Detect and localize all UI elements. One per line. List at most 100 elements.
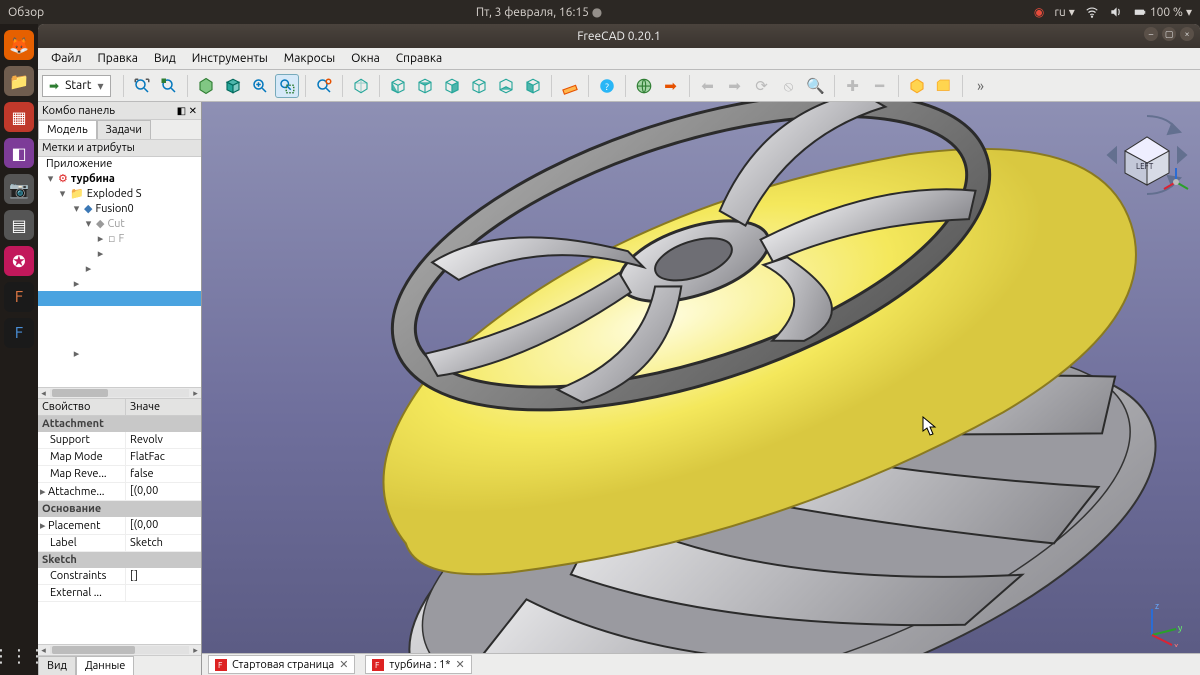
tree-row[interactable]: ▸ <box>38 261 201 276</box>
tree-row[interactable]: ▾◆ Fusion0 <box>38 201 201 216</box>
view-top-icon[interactable] <box>413 74 437 98</box>
screencast-indicator[interactable]: ◉ <box>1034 5 1044 19</box>
top-panel-clock[interactable]: Пт, 3 февраля, 16:15 ● <box>44 5 1034 19</box>
view-right-icon[interactable] <box>440 74 464 98</box>
web-icon[interactable] <box>632 74 656 98</box>
menu-file[interactable]: Файл <box>44 50 89 67</box>
more-icon[interactable]: » <box>969 74 993 98</box>
dock-app-icon[interactable]: ◧ <box>4 138 34 168</box>
view-left-icon[interactable] <box>521 74 545 98</box>
svg-text:F: F <box>375 660 380 670</box>
wifi-icon[interactable] <box>1085 5 1099 19</box>
dock-app-icon[interactable]: ✪ <box>4 246 34 276</box>
document-tabs: F Стартовая страница ✕ F турбина : 1* ✕ <box>202 653 1200 675</box>
property-row[interactable]: ▸Attachme...[(0,00 <box>38 483 201 501</box>
draw-style-icon[interactable] <box>194 74 218 98</box>
horizontal-scrollbar[interactable]: ◂▸ <box>38 387 201 398</box>
svg-text:z: z <box>1155 601 1159 611</box>
close-tab-icon[interactable]: ✕ <box>339 658 348 671</box>
horizontal-scrollbar[interactable]: ◂▸ <box>38 644 201 655</box>
close-tab-icon[interactable]: ✕ <box>455 658 464 671</box>
property-group[interactable]: Attachment <box>38 416 201 432</box>
nav-fwd-grey-icon[interactable]: ➡ <box>723 74 747 98</box>
whats-this-icon[interactable]: ? <box>595 74 619 98</box>
svg-text:F: F <box>218 660 223 670</box>
fit-all-icon[interactable] <box>130 74 154 98</box>
property-row[interactable]: Map Reve...false <box>38 466 201 483</box>
nav-back-grey-icon[interactable]: ⬅ <box>696 74 720 98</box>
view-bottom-icon[interactable] <box>494 74 518 98</box>
tree-row[interactable]: ▸ <box>38 346 201 361</box>
maximize-button[interactable]: ▢ <box>1162 27 1176 41</box>
view-rear-icon[interactable] <box>467 74 491 98</box>
tree-row[interactable]: ▾📁 Exploded S <box>38 186 201 201</box>
doc-tab-turbine[interactable]: F турбина : 1* ✕ <box>365 655 471 674</box>
close-panel-icon[interactable]: ✕ <box>189 105 197 116</box>
keyboard-layout-indicator[interactable]: ru ▾ <box>1054 5 1074 19</box>
close-button[interactable]: × <box>1180 27 1194 41</box>
tree-row-selected[interactable] <box>38 291 201 306</box>
svg-text:?: ? <box>605 80 609 91</box>
menu-view[interactable]: Вид <box>147 50 183 67</box>
tab-data[interactable]: Данные <box>76 656 134 675</box>
measure-icon[interactable] <box>558 74 582 98</box>
window-titlebar[interactable]: FreeCAD 0.20.1 – ▢ × <box>38 24 1200 48</box>
navigation-cube[interactable]: LEFT <box>1102 110 1192 200</box>
3d-viewport[interactable]: LEFT z y x <box>202 102 1200 675</box>
tree-row[interactable]: ▸ <box>38 276 201 291</box>
bounding-box-icon[interactable] <box>221 74 245 98</box>
property-row[interactable]: LabelSketch <box>38 535 201 552</box>
property-row[interactable]: External ... <box>38 585 201 602</box>
dock-app-icon[interactable]: ▦ <box>4 102 34 132</box>
property-group[interactable]: Sketch <box>38 552 201 568</box>
tree-row[interactable]: ▾◆ Cut <box>38 216 201 231</box>
battery-indicator[interactable]: 100 % ▾ <box>1133 5 1192 19</box>
dock-app-icon[interactable]: ▤ <box>4 210 34 240</box>
undock-icon[interactable]: ◧ <box>177 105 186 116</box>
zoom-in-icon[interactable] <box>248 74 272 98</box>
tab-model[interactable]: Модель <box>38 120 97 139</box>
nav-forward-icon[interactable]: ➡ <box>659 74 683 98</box>
menu-help[interactable]: Справка <box>389 50 449 67</box>
property-row[interactable]: SupportRevolv <box>38 432 201 449</box>
freecad-window: FreeCAD 0.20.1 – ▢ × Файл Правка Вид Инс… <box>38 24 1200 675</box>
doc-tab-start[interactable]: F Стартовая страница ✕ <box>208 655 355 674</box>
tree-row[interactable]: ▸▫ F <box>38 231 201 246</box>
activities-button[interactable]: Обзор <box>8 6 44 19</box>
model-tree[interactable]: Приложение ▾⚙ турбина ▾📁 Exploded S ▾◆ F… <box>38 157 201 387</box>
fit-selection-icon[interactable] <box>157 74 181 98</box>
dock-screenshot-icon[interactable]: 📷 <box>4 174 34 204</box>
refresh-grey-icon[interactable]: ⟳ <box>750 74 774 98</box>
property-row[interactable]: ▸Placement[(0,00 <box>38 517 201 535</box>
svg-text:y: y <box>1178 623 1183 633</box>
tree-row[interactable]: ▾⚙ турбина <box>38 171 201 186</box>
dock-firefox-icon[interactable]: 🦊 <box>4 30 34 60</box>
menu-tools[interactable]: Инструменты <box>185 50 275 67</box>
dock-freecad-icon[interactable]: F <box>4 318 34 348</box>
menu-macros[interactable]: Макросы <box>277 50 342 67</box>
property-row[interactable]: Constraints[] <box>38 568 201 585</box>
group-icon[interactable] <box>932 74 956 98</box>
view-isometric-icon[interactable] <box>349 74 373 98</box>
dock-files-icon[interactable]: 📁 <box>4 66 34 96</box>
minimize-button[interactable]: – <box>1144 27 1158 41</box>
dock-freecad-icon[interactable]: F <box>4 282 34 312</box>
sync-view-icon[interactable] <box>312 74 336 98</box>
link-break-icon[interactable]: ━ <box>868 74 892 98</box>
part-icon[interactable] <box>905 74 929 98</box>
menu-edit[interactable]: Правка <box>91 50 145 67</box>
workbench-selector[interactable]: ➡ Start ▾ <box>42 75 111 97</box>
view-front-icon[interactable] <box>386 74 410 98</box>
tab-tasks[interactable]: Задачи <box>97 120 151 139</box>
tree-row[interactable]: ▸ <box>38 246 201 261</box>
tab-view[interactable]: Вид <box>38 656 76 675</box>
zoom-box-icon[interactable] <box>275 74 299 98</box>
menu-windows[interactable]: Окна <box>344 50 387 67</box>
property-group[interactable]: Основание <box>38 501 201 517</box>
property-row[interactable]: Map ModeFlatFac <box>38 449 201 466</box>
link-make-icon[interactable]: ✚ <box>841 74 865 98</box>
zoom-grey-icon[interactable]: 🔍 <box>804 74 828 98</box>
volume-icon[interactable] <box>1109 5 1123 19</box>
tree-row[interactable]: Приложение <box>38 157 201 171</box>
stop-grey-icon[interactable]: ⦸ <box>777 74 801 98</box>
